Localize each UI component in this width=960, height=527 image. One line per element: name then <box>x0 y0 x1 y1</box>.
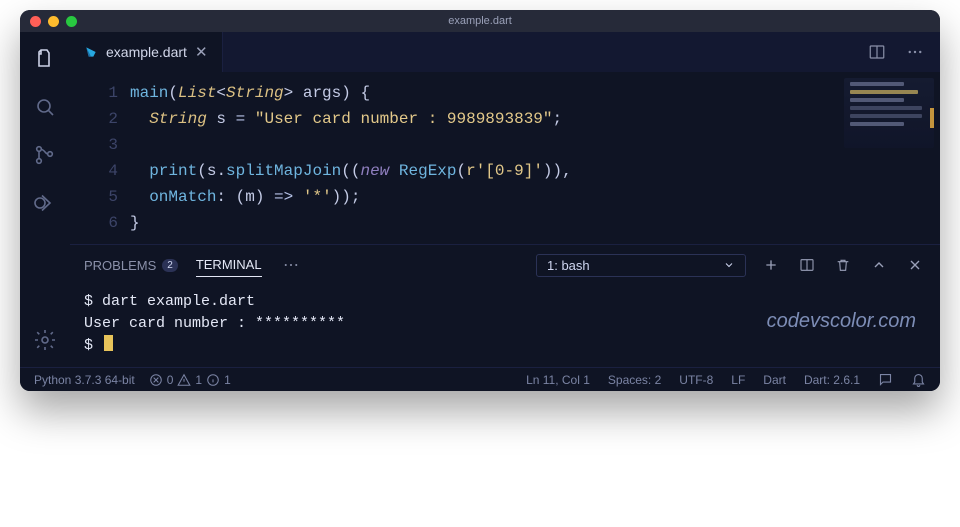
close-panel-icon[interactable] <box>904 254 926 276</box>
more-actions-icon[interactable] <box>904 41 926 63</box>
new-terminal-icon[interactable] <box>760 254 782 276</box>
tab-label: example.dart <box>106 44 187 60</box>
editor-tabs: example.dart ✕ <box>70 32 940 72</box>
status-dart-version[interactable]: Dart: 2.6.1 <box>804 373 860 387</box>
vscode-window: example.dart <box>20 10 940 391</box>
debug-icon[interactable] <box>32 190 58 216</box>
status-lang[interactable]: Dart <box>763 373 786 387</box>
explorer-icon[interactable] <box>32 46 58 72</box>
panel-more-icon[interactable] <box>280 254 302 276</box>
status-lncol[interactable]: Ln 11, Col 1 <box>526 373 590 387</box>
problems-count-badge: 2 <box>162 259 178 272</box>
terminal-selector[interactable]: 1: bash <box>536 254 746 277</box>
content-column: example.dart ✕ 1 2 3 4 <box>70 32 940 367</box>
editor-actions <box>866 32 940 72</box>
terminal-output[interactable]: $ dart example.dart User card number : *… <box>84 291 926 357</box>
problems-tab[interactable]: PROBLEMS 2 <box>84 254 178 277</box>
status-python[interactable]: Python 3.7.3 64-bit <box>34 373 135 387</box>
kill-terminal-icon[interactable] <box>832 254 854 276</box>
titlebar: example.dart <box>20 10 940 32</box>
tab-close-icon[interactable]: ✕ <box>195 43 208 61</box>
status-spaces[interactable]: Spaces: 2 <box>608 373 661 387</box>
split-terminal-icon[interactable] <box>796 254 818 276</box>
minimize-window-btn[interactable] <box>48 16 59 27</box>
status-eol[interactable]: LF <box>731 373 745 387</box>
panel-tabs: PROBLEMS 2 TERMINAL 1: bash <box>84 253 926 277</box>
code-area[interactable]: main(List<String> args) { String s = "Us… <box>130 72 572 244</box>
status-problems[interactable]: 0 1 1 <box>149 373 231 387</box>
panel-toolbar: 1: bash <box>536 254 926 277</box>
main-area: example.dart ✕ 1 2 3 4 <box>20 32 940 367</box>
split-editor-icon[interactable] <box>866 41 888 63</box>
bottom-panel: PROBLEMS 2 TERMINAL 1: bash <box>70 244 940 367</box>
tab-example-dart[interactable]: example.dart ✕ <box>70 32 223 72</box>
terminal-tab[interactable]: TERMINAL <box>196 253 262 277</box>
minimap[interactable] <box>844 78 934 148</box>
maximize-panel-icon[interactable] <box>868 254 890 276</box>
editor[interactable]: 1 2 3 4 5 6 main(List<String> args) { St… <box>70 72 940 244</box>
settings-icon[interactable] <box>32 327 58 353</box>
status-encoding[interactable]: UTF-8 <box>679 373 713 387</box>
search-icon[interactable] <box>32 94 58 120</box>
source-control-icon[interactable] <box>32 142 58 168</box>
window-title: example.dart <box>448 15 512 27</box>
terminal-cursor <box>104 335 113 351</box>
maximize-window-btn[interactable] <box>66 16 77 27</box>
dart-file-icon <box>84 45 98 59</box>
activity-bar <box>20 32 70 367</box>
traffic-lights <box>30 16 77 27</box>
chevron-down-icon <box>723 259 735 271</box>
status-bell-icon[interactable] <box>911 372 926 387</box>
status-bar: Python 3.7.3 64-bit 0 1 1 Ln 11, Col 1 S… <box>20 367 940 391</box>
status-feedback-icon[interactable] <box>878 372 893 387</box>
close-window-btn[interactable] <box>30 16 41 27</box>
line-gutter: 1 2 3 4 5 6 <box>70 72 130 244</box>
